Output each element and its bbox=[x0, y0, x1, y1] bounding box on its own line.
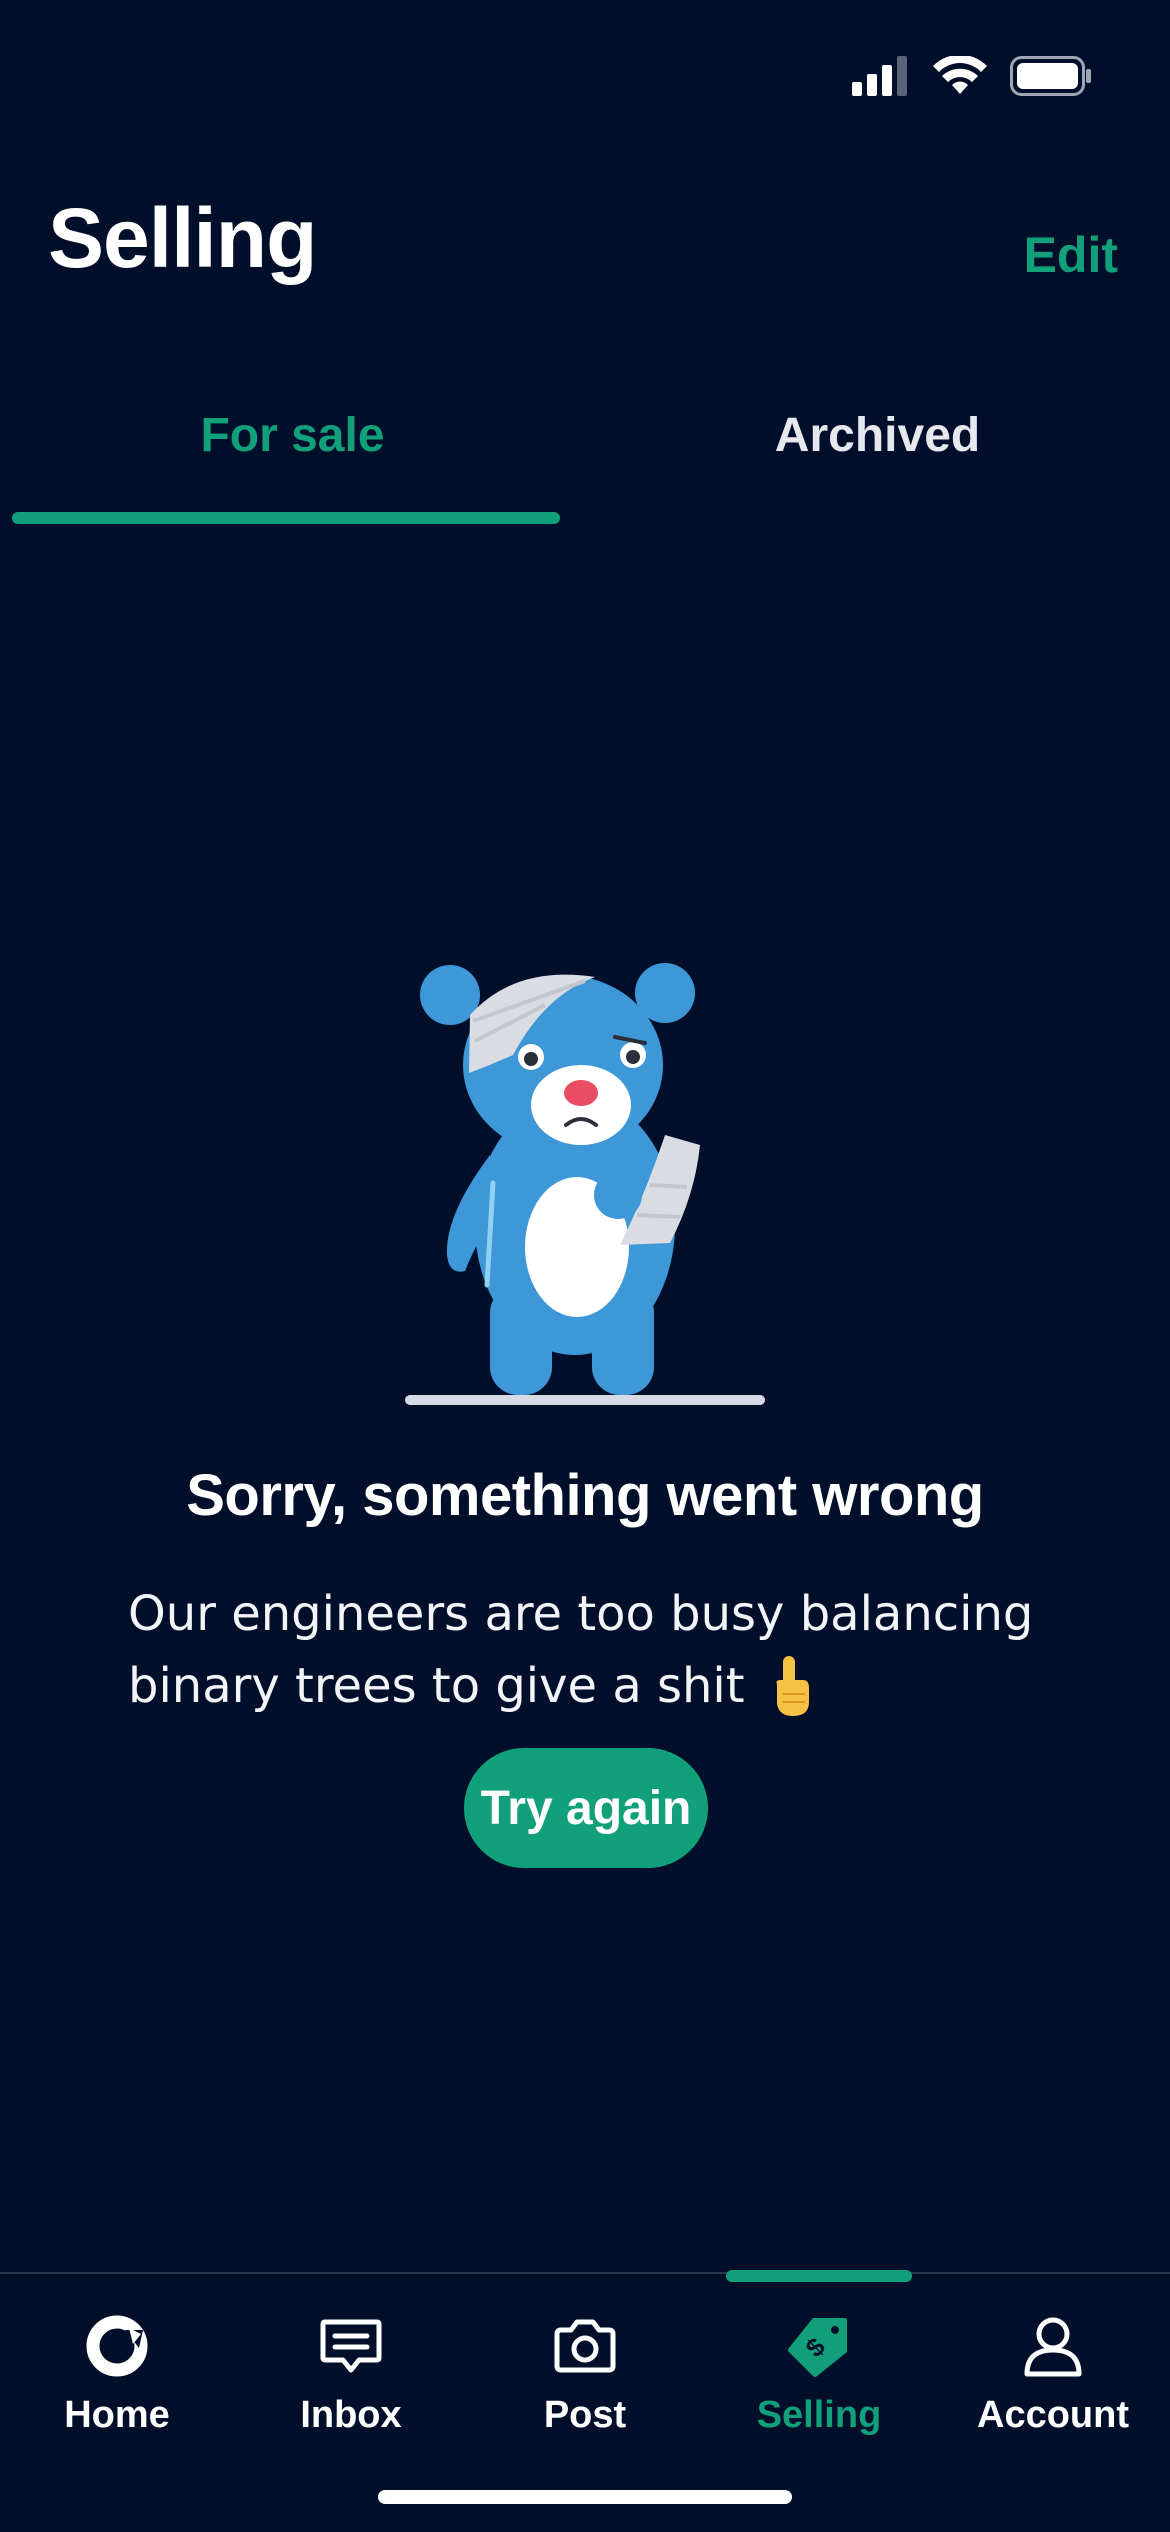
error-message-text: binary trees to give a shit bbox=[128, 1658, 745, 1714]
header: Selling Edit bbox=[0, 180, 1170, 320]
selling-tabs: For sale Archived bbox=[0, 360, 1170, 530]
error-title: Sorry, something went wrong bbox=[186, 1463, 984, 1528]
tabbar-item-post[interactable]: Post bbox=[468, 2304, 702, 2474]
camera-icon bbox=[554, 2319, 616, 2373]
home-indicator bbox=[378, 2490, 792, 2504]
tabbar-item-inbox[interactable]: Inbox bbox=[234, 2304, 468, 2474]
tabbar-label: Account bbox=[977, 2394, 1129, 2436]
injured-bear-illustration bbox=[405, 963, 765, 1405]
signal-icon bbox=[852, 56, 907, 96]
home-icon bbox=[86, 2315, 148, 2377]
tab-for-sale[interactable]: For sale bbox=[0, 360, 585, 510]
account-icon bbox=[1024, 2317, 1082, 2377]
error-message: Our engineers are too busy balancing bin… bbox=[128, 1578, 1088, 1722]
wifi-icon bbox=[933, 56, 987, 94]
tabbar-item-home[interactable]: Home bbox=[0, 2304, 234, 2474]
hand-pointing-up-icon bbox=[776, 1656, 809, 1716]
active-tab-indicator bbox=[12, 512, 560, 524]
status-bar bbox=[0, 0, 1170, 150]
tabbar-label: Home bbox=[64, 2394, 170, 2436]
battery-icon bbox=[1010, 56, 1091, 96]
try-again-button[interactable]: Try again bbox=[464, 1748, 708, 1868]
tabbar-item-account[interactable]: Account bbox=[936, 2304, 1170, 2474]
inbox-icon bbox=[320, 2319, 382, 2373]
error-message-line: binary trees to give a shit bbox=[128, 1650, 1088, 1722]
error-message-line: Our engineers are too busy balancing bbox=[128, 1586, 1034, 1642]
edit-button[interactable]: Edit bbox=[1024, 226, 1118, 284]
tabbar-active-indicator bbox=[726, 2270, 912, 2282]
tab-archived[interactable]: Archived bbox=[585, 360, 1170, 510]
price-tag-icon: $ bbox=[788, 2318, 847, 2377]
tabbar-item-selling[interactable]: $ Selling bbox=[702, 2304, 936, 2474]
tabbar-label: Selling bbox=[756, 2394, 882, 2436]
tabbar-label: Post bbox=[543, 2394, 627, 2436]
page-title: Selling bbox=[48, 191, 317, 285]
tabbar-label: Inbox bbox=[300, 2394, 402, 2436]
status-icons bbox=[852, 56, 1092, 96]
